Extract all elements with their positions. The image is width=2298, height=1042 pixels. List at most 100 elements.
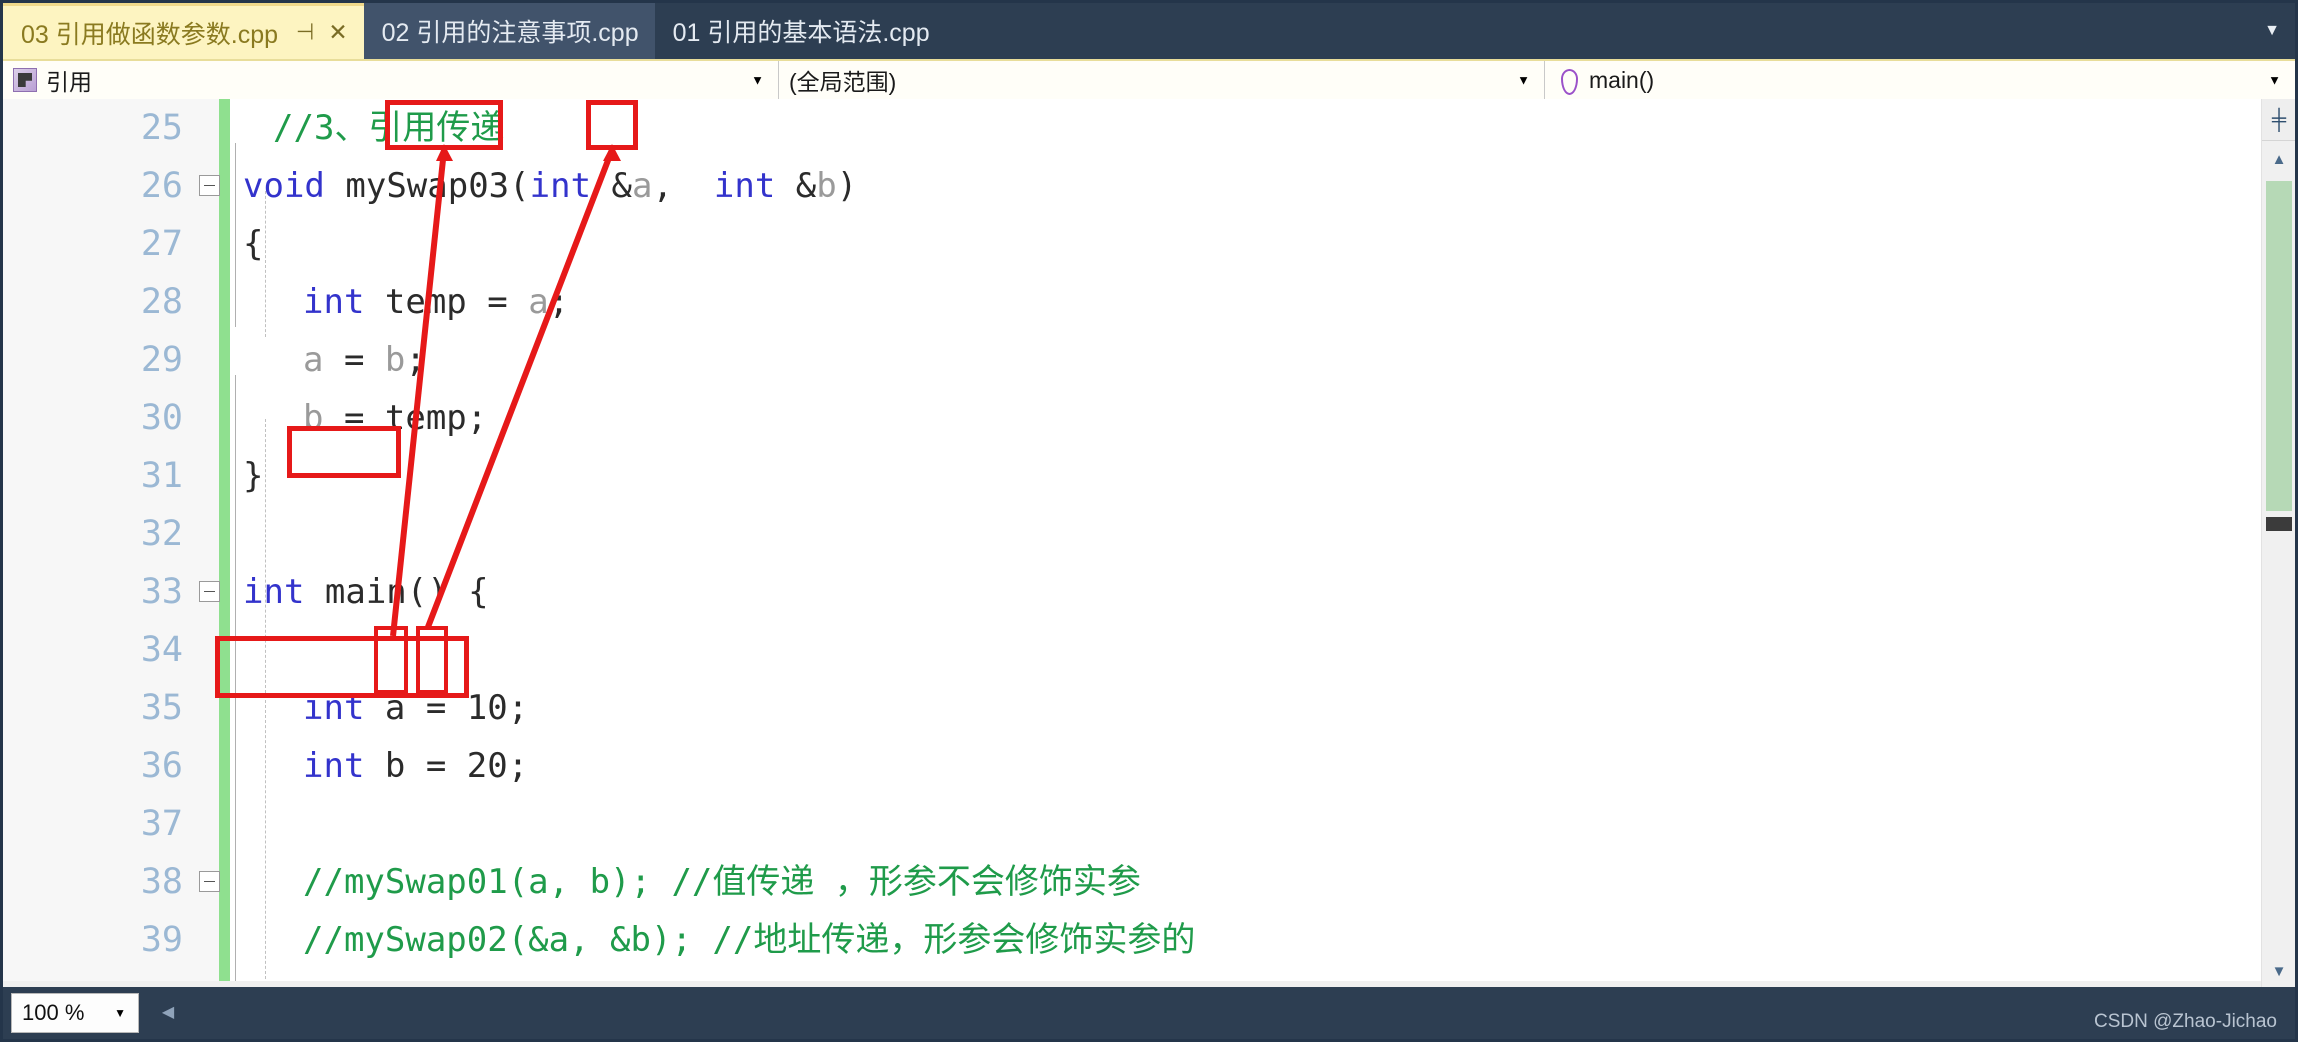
pin-icon[interactable]: ⊣ [296, 19, 314, 47]
line-number: 38 [140, 862, 183, 902]
code-line[interactable]: 32 [3, 505, 2295, 563]
code-token: b [816, 166, 837, 206]
code-token: = temp; [323, 398, 488, 438]
code-token: ; [507, 746, 529, 786]
split-view-icon[interactable]: ╪ [2262, 99, 2295, 141]
code-line-text: int b = 20; [303, 737, 528, 795]
code-line-text: { [243, 215, 263, 273]
line-number: 26 [140, 166, 183, 206]
code-token: ) [836, 166, 858, 206]
code-line[interactable]: 34 [3, 621, 2295, 679]
code-token: a [303, 340, 324, 380]
code-token: b = [364, 746, 467, 786]
navigation-bar: 引用 ▼ (全局范围) ▼ main() ▼ [3, 59, 2295, 99]
code-line[interactable]: 28 int temp = a; [3, 273, 2295, 331]
code-editor[interactable]: 25//3、引用传递 26 void mySwap03(int &a, int &b… [3, 99, 2295, 989]
line-number: 29 [140, 340, 183, 380]
chevron-down-icon[interactable]: ▼ [1517, 73, 1530, 88]
code-line[interactable]: 31} [3, 447, 2295, 505]
scrollbar-change-marks [2266, 181, 2292, 511]
code-line-text: } [243, 447, 263, 505]
project-combo-value: 引用 [46, 69, 92, 95]
code-token: a = [364, 688, 467, 728]
code-token: } [243, 456, 264, 496]
code-token: a [528, 282, 549, 322]
chevron-down-icon[interactable]: ▼ [114, 1006, 126, 1020]
code-line[interactable]: 30 b = temp; [3, 389, 2295, 447]
code-line[interactable]: 39 //mySwap02(&a, &b); //地址传递，形参会修饰实参的 [3, 911, 2295, 969]
reference-project-icon [13, 68, 37, 92]
code-line[interactable]: 33 int main() { [3, 563, 2295, 621]
watermark-label: CSDN @Zhao-Jichao [2094, 1011, 2277, 1032]
code-line[interactable]: 26 void mySwap03(int &a, int &b) [3, 157, 2295, 215]
status-bar: 100 % ▼ ◀ CSDN @Zhao-Jichao [3, 987, 2295, 1039]
code-line[interactable]: 35 int a = 10; [3, 679, 2295, 737]
method-icon [1555, 68, 1580, 95]
code-line-text: int main() { [243, 563, 489, 621]
code-line-text: //mySwap02(&a, &b); //地址传递，形参会修饰实参的 [303, 911, 1195, 969]
close-icon[interactable]: ✕ [328, 19, 347, 46]
scope-combo-value: (全局范围) [789, 69, 897, 95]
code-token: a [632, 166, 653, 206]
code-token: ; [507, 688, 529, 728]
code-token: void [243, 166, 325, 206]
tab-01-reference-basic-syntax[interactable]: 01 引用的基本语法.cpp [654, 3, 946, 59]
code-token: & [775, 166, 817, 206]
line-number: 28 [140, 282, 183, 322]
code-token: temp = [364, 282, 529, 322]
code-token: b [384, 340, 406, 380]
vertical-scrollbar[interactable]: ╪ ▲ ▼ [2261, 99, 2295, 989]
code-line[interactable]: 27 { [3, 215, 2295, 273]
scrollbar-thumb[interactable] [2266, 517, 2292, 531]
code-token: ( [509, 166, 530, 206]
code-line-text: a = b; [303, 331, 426, 389]
collapse-toggle-icon[interactable] [199, 175, 220, 196]
code-line[interactable]: 36 int b = 20; [3, 737, 2295, 795]
horizontal-scrollbar[interactable] [185, 996, 2295, 1030]
tab-03-reference-as-function-parameter[interactable]: 03 引用做函数参数.cpp ⊣ ✕ [3, 3, 364, 59]
code-token: int [303, 282, 365, 322]
code-line-text: b = temp; [303, 389, 487, 447]
code-token: int [529, 166, 592, 206]
code-token: main() { [304, 572, 489, 612]
code-lines-container[interactable]: 25//3、引用传递 26 void mySwap03(int &a, int &b… [3, 99, 2295, 989]
zoom-level-combo[interactable]: 100 % ▼ [11, 993, 139, 1033]
code-line-text: //3、引用传递 [273, 99, 504, 157]
chevron-down-icon[interactable]: ▼ [2249, 3, 2295, 59]
code-token: //mySwap02(&a, &b); //地址传递，形参会修饰实参的 [303, 920, 1196, 960]
line-number: 31 [140, 456, 183, 496]
member-combo-value: main() [1589, 66, 1655, 93]
tab-label: 02 引用的注意事项.cpp [381, 19, 639, 47]
line-number: 33 [140, 572, 183, 612]
code-line[interactable]: 25 //3、引用传递 [3, 99, 2295, 157]
editor-tab-strip: 03 引用做函数参数.cpp ⊣ ✕ 02 引用的注意事项.cpp 01 引用的… [3, 3, 2295, 59]
code-line-text: int temp = a; [303, 273, 569, 331]
chevron-down-icon[interactable]: ▼ [2268, 73, 2281, 88]
code-line-text: void mySwap03(int &a, int &b) [243, 157, 857, 215]
zoom-level-value: 100 % [22, 1000, 85, 1025]
tab-02-reference-notes[interactable]: 02 引用的注意事项.cpp [363, 3, 655, 59]
arrow-up-icon[interactable]: ▲ [2262, 143, 2295, 177]
line-number: 34 [140, 630, 183, 670]
line-number: 39 [140, 920, 183, 960]
code-token: 20 [466, 746, 508, 786]
line-number: 32 [140, 514, 183, 554]
chevron-down-icon[interactable]: ▼ [751, 73, 764, 88]
code-token: 10 [466, 688, 508, 728]
project-combo[interactable]: 引用 ▼ [3, 61, 779, 99]
code-token: int [303, 688, 365, 728]
code-line-text: int a = 10; [303, 679, 528, 737]
code-line[interactable]: 38 //mySwap01(a, b); //值传递 ，形参不会修饰实参 [3, 853, 2295, 911]
code-line[interactable]: 29 a = b; [3, 331, 2295, 389]
code-line[interactable]: 37 [3, 795, 2295, 853]
arrow-left-icon[interactable]: ◀ [151, 996, 185, 1030]
member-combo[interactable]: main() ▼ [1545, 61, 2295, 99]
collapse-toggle-icon[interactable] [199, 581, 220, 602]
tab-label: 03 引用做函数参数.cpp [21, 20, 279, 49]
arrow-down-icon[interactable]: ▼ [2262, 955, 2295, 989]
code-line-text: //mySwap01(a, b); //值传递 ，形参不会修饰实参 [303, 853, 1141, 911]
tab-strip-spacer [945, 3, 2249, 59]
code-token: //mySwap01(a, b); //值传递 ，形参不会修饰实参 [303, 862, 1141, 902]
scope-combo[interactable]: (全局范围) ▼ [779, 61, 1545, 99]
collapse-toggle-icon[interactable] [199, 871, 220, 892]
